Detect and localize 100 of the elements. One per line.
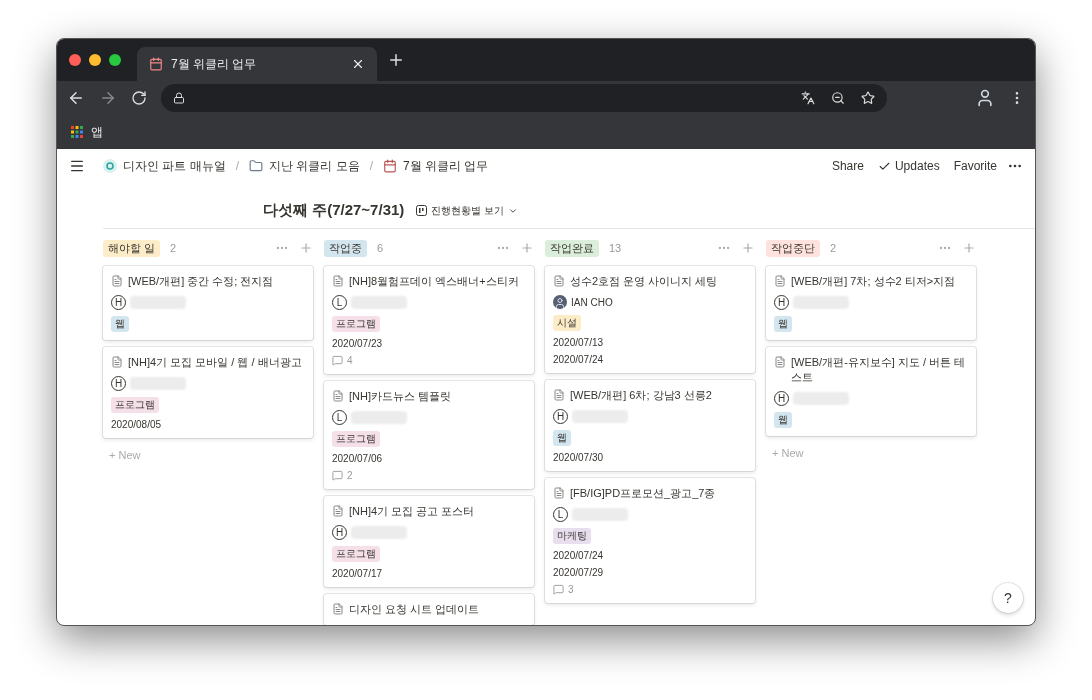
page-icon bbox=[111, 356, 123, 368]
breadcrumb-link[interactable]: 지난 위클리 모음 bbox=[245, 155, 364, 177]
column-status-tag: 작업중 bbox=[324, 239, 367, 257]
page-icon bbox=[774, 275, 786, 287]
card-title: [NH]8월험프데이 엑스배너+스티커 bbox=[349, 274, 519, 289]
card-date: 2020/07/23 bbox=[332, 338, 384, 349]
card-tag: 프로그램 bbox=[332, 431, 380, 447]
board-icon bbox=[416, 205, 428, 216]
column-status-tag: 작업중단 bbox=[766, 239, 820, 257]
back-icon[interactable] bbox=[67, 89, 85, 107]
topbar-action[interactable]: Updates bbox=[873, 157, 944, 175]
card-title: [NH]4기 모집 모바일 / 웹 / 배너광고 bbox=[128, 355, 302, 370]
avatar-silhouette bbox=[553, 295, 567, 309]
card-date: 2020/07/17 bbox=[332, 568, 384, 579]
board-card[interactable]: 성수2호점 운영 사이니지 세팅 IAN CHO 시설 2020/07/13 2020/07/24 bbox=[545, 266, 755, 373]
comment-count: 2 bbox=[347, 470, 353, 481]
breadcrumb-link[interactable]: 7월 위클리 업무 bbox=[379, 155, 493, 177]
bookmark-link[interactable]: 앱 bbox=[71, 123, 103, 141]
card-title: [FB/IG]PD프로모션_광고_7종 bbox=[570, 486, 716, 501]
breadcrumb-link[interactable]: 디자인 파트 매뉴얼 bbox=[99, 155, 230, 177]
card-date: 2020/07/06 bbox=[332, 453, 384, 464]
column-status-tag: 해야할 일 bbox=[103, 239, 161, 257]
reload-icon[interactable] bbox=[131, 90, 147, 106]
card-tag: 시설 bbox=[553, 315, 581, 331]
board-card[interactable]: [WEB/개편] 7차; 성수2 티저>지점 H 웹 bbox=[766, 266, 976, 340]
card-tag: 웹 bbox=[774, 412, 792, 428]
card-date: 2020/07/24 bbox=[553, 550, 605, 561]
page-icon bbox=[332, 390, 344, 402]
apps-grid-icon bbox=[71, 126, 83, 138]
topbar-action[interactable]: Favorite bbox=[949, 157, 1001, 175]
column-count: 2 bbox=[830, 242, 838, 254]
page-icon bbox=[332, 275, 344, 287]
view-title: 다섯째 주(7/27~7/31) bbox=[263, 201, 405, 220]
lock-icon bbox=[173, 92, 185, 104]
card-date: 2020/07/29 bbox=[553, 567, 605, 578]
card-title: [NH]카드뉴스 템플릿 bbox=[349, 389, 452, 404]
minimize-window-button[interactable] bbox=[89, 54, 101, 66]
translate-icon[interactable] bbox=[801, 91, 815, 105]
board-card[interactable]: [NH]8월험프데이 엑스배너+스티커 L 프로그램 2020/07/23 4 bbox=[324, 266, 534, 374]
comment-count: 3 bbox=[568, 584, 574, 595]
column-count: 6 bbox=[377, 242, 385, 254]
card-title: [WEB/개편-유지보수] 지도 / 버튼 테스트 bbox=[791, 355, 966, 385]
maximize-window-button[interactable] bbox=[109, 54, 121, 66]
topbar-action[interactable]: Share bbox=[827, 157, 868, 175]
column-count: 13 bbox=[609, 242, 623, 254]
page-icon bbox=[553, 275, 565, 287]
assignee-name: IAN CHO bbox=[571, 296, 613, 308]
card-date: 2020/07/13 bbox=[553, 337, 605, 348]
profile-icon[interactable] bbox=[975, 88, 995, 108]
calendar-icon bbox=[149, 57, 163, 71]
page-icon bbox=[553, 487, 565, 499]
board-card[interactable]: 디자인 요청 시트 업데이트 bbox=[324, 594, 534, 625]
column-count: 2 bbox=[170, 242, 178, 254]
card-tag: 프로그램 bbox=[332, 316, 380, 332]
page-icon bbox=[111, 275, 123, 287]
forward-icon[interactable] bbox=[99, 89, 117, 107]
comment-icon bbox=[332, 470, 343, 481]
board-card[interactable]: [NH]카드뉴스 템플릿 L 프로그램 2020/07/06 2 bbox=[324, 381, 534, 489]
view-selector[interactable]: 진행현황별 보기 bbox=[416, 203, 519, 218]
card-tag: 웹 bbox=[111, 316, 129, 332]
comment-icon bbox=[332, 355, 343, 366]
card-date: 2020/07/30 bbox=[553, 452, 605, 463]
board-card[interactable]: [NH]4기 모집 모바일 / 웹 / 배너광고 H 프로그램 2020/08/05 bbox=[103, 347, 313, 438]
breadcrumb-separator: / bbox=[235, 159, 239, 173]
page-icon bbox=[332, 603, 344, 615]
card-tag: 프로그램 bbox=[332, 546, 380, 562]
calendar-icon bbox=[383, 159, 398, 173]
card-title: [WEB/개편] 6차; 강남3 선릉2 bbox=[570, 388, 712, 403]
board-card[interactable]: [NH]4기 모집 공고 포스터 H 프로그램 2020/07/17 bbox=[324, 496, 534, 587]
column-status-tag: 작업완료 bbox=[545, 239, 599, 257]
board-card[interactable]: [WEB/개편-유지보수] 지도 / 버튼 테스트 H 웹 bbox=[766, 347, 976, 436]
new-tab-icon[interactable] bbox=[387, 51, 405, 69]
zoom-out-icon[interactable] bbox=[831, 91, 845, 105]
browser-tab[interactable]: 7월 위클리 업무 bbox=[137, 47, 377, 81]
page-icon bbox=[332, 505, 344, 517]
close-window-button[interactable] bbox=[69, 54, 81, 66]
comment-icon bbox=[553, 584, 564, 595]
star-icon[interactable] bbox=[861, 91, 875, 105]
card-date: 2020/07/24 bbox=[553, 354, 605, 365]
board-card[interactable]: [WEB/개편] 중간 수정; 전지점 H 웹 bbox=[103, 266, 313, 340]
close-icon[interactable] bbox=[351, 57, 365, 71]
card-date: 2020/08/05 bbox=[111, 419, 163, 430]
card-tag: 프로그램 bbox=[111, 397, 159, 413]
comment-count: 4 bbox=[347, 355, 353, 366]
folder-icon bbox=[249, 159, 263, 173]
menu-icon[interactable] bbox=[69, 158, 85, 174]
card-title: 성수2호점 운영 사이니지 세팅 bbox=[570, 274, 718, 289]
page-icon bbox=[553, 389, 565, 401]
help-button[interactable]: ? bbox=[993, 583, 1023, 613]
card-tag: 마케팅 bbox=[553, 528, 591, 544]
card-title: [WEB/개편] 중간 수정; 전지점 bbox=[128, 274, 274, 289]
logo-icon bbox=[103, 159, 117, 173]
board-card[interactable]: [WEB/개편] 6차; 강남3 선릉2 H 웹 2020/07/30 bbox=[545, 380, 755, 471]
breadcrumb-separator: / bbox=[369, 159, 374, 173]
card-title: [WEB/개편] 7차; 성수2 티저>지점 bbox=[791, 274, 956, 289]
card-tag: 웹 bbox=[774, 316, 792, 332]
page-icon bbox=[774, 356, 786, 368]
board-card[interactable]: [FB/IG]PD프로모션_광고_7종 L 마케팅 2020/07/24 2020/07/29 3 bbox=[545, 478, 755, 603]
card-title: [NH]4기 모집 공고 포스터 bbox=[349, 504, 475, 519]
card-tag: 웹 bbox=[553, 430, 571, 446]
